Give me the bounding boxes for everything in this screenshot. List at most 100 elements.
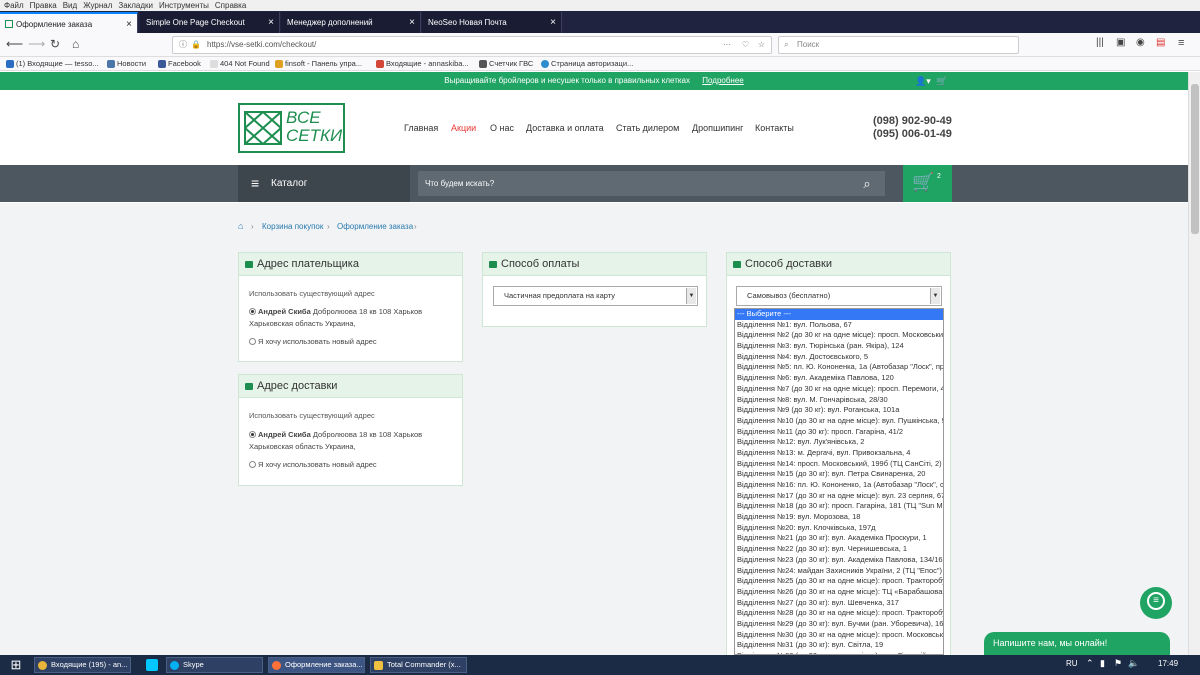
radio-button[interactable] [249, 461, 256, 468]
shipping-option[interactable]: Відділення №25 (до 30 кг на одне місце):… [735, 576, 943, 587]
menu-history[interactable]: Журнал [83, 0, 112, 11]
library-icon[interactable]: ||| [1096, 37, 1104, 48]
home-icon[interactable]: ⌂ [72, 37, 79, 51]
menu-about[interactable]: О нас [490, 123, 514, 133]
cart-small-icon[interactable]: 🛒 [936, 72, 947, 90]
bookmark-item[interactable]: Страница авторизаци... [541, 57, 633, 71]
menu-tools[interactable]: Инструменты [159, 0, 209, 11]
shipping-option[interactable]: Відділення №28 (до 30 кг на одне місце):… [735, 608, 943, 619]
tab-neoseo[interactable]: NeoSeo Новая Почта × [422, 12, 562, 33]
shipping-option[interactable]: Відділення №26 (до 30 кг на одне місце):… [735, 587, 943, 598]
page-actions-icon[interactable]: ··· [723, 37, 731, 53]
tab-simple-checkout[interactable]: Simple One Page Checkout × [140, 12, 280, 33]
bookmark-item[interactable]: Входящие - annaskiba... [376, 57, 469, 71]
catalog-button[interactable]: ≡ Каталог [238, 165, 410, 202]
bookmark-item[interactable]: (1) Входящие — tesso... [6, 57, 99, 71]
shipping-option[interactable]: Відділення №31 (до 30 кг): вул. Світла, … [735, 640, 943, 651]
shipping-option[interactable]: Відділення №21 (до 30 кг): вул. Академік… [735, 533, 943, 544]
extension-icon[interactable]: ▤ [1156, 37, 1165, 48]
shipping-option[interactable]: Відділення №3: вул. Тюрінська (ран. Якір… [735, 341, 943, 352]
breadcrumb-cart[interactable]: Корзина покупок [262, 222, 323, 231]
shipping-option[interactable]: Відділення №16: пл. Ю. Кононенко, 1а (Ав… [735, 480, 943, 491]
chat-button[interactable]: ≡ [1140, 587, 1172, 619]
home-icon[interactable]: ⌂ [238, 221, 243, 231]
shipping-option[interactable]: Відділення №20: вул. Клочківська, 197д [735, 523, 943, 534]
new-address-option[interactable]: Я хочу использовать новый адрес [249, 459, 449, 471]
menu-dropshipping[interactable]: Дропшипинг [692, 123, 743, 133]
menu-file[interactable]: Файл [4, 0, 24, 11]
breadcrumb-checkout[interactable]: Оформление заказа [337, 222, 413, 231]
menu-contacts[interactable]: Контакты [755, 123, 794, 133]
close-tab-icon[interactable]: × [550, 12, 556, 33]
page-scrollbar[interactable] [1188, 72, 1200, 655]
menu-dealer[interactable]: Стать дилером [616, 123, 679, 133]
shipping-option[interactable]: Відділення №30 (до 30 кг на одне місце):… [735, 630, 943, 641]
shipping-method-select[interactable]: Самовывоз (бесплатно) ▼ [736, 286, 942, 306]
shipping-option[interactable]: Відділення №1: вул. Польова, 67 [735, 320, 943, 331]
language-indicator[interactable]: RU [1066, 659, 1078, 668]
bookmark-item[interactable]: Facebook [158, 57, 201, 71]
bookmark-item[interactable]: Счетчик ГВС [479, 57, 533, 71]
flag-icon[interactable]: ⚑ [1114, 658, 1122, 669]
shipping-option[interactable]: Відділення №19: вул. Морозова, 18 [735, 512, 943, 523]
shipping-option[interactable]: Відділення №6: вул. Академіка Павлова, 1… [735, 373, 943, 384]
close-tab-icon[interactable]: × [409, 12, 415, 33]
taskbar-skype[interactable]: Skype [166, 657, 263, 673]
volume-icon[interactable]: 🔈 [1128, 658, 1139, 669]
menu-view[interactable]: Вид [63, 0, 77, 11]
info-icon[interactable]: ⓘ [179, 37, 187, 53]
taskbar-chrome[interactable]: Входящие (195) - an... [34, 657, 131, 673]
shipping-option[interactable]: Відділення №12: вул. Лук'янівська, 2 [735, 437, 943, 448]
existing-address-option[interactable]: Андрей Скиба Добролюова 18 кв 108 Харько… [249, 306, 449, 330]
tab-checkout[interactable]: Оформление заказа × [0, 12, 138, 33]
shipping-option[interactable]: --- Выберите --- [735, 309, 943, 320]
photoshop-icon[interactable] [146, 659, 158, 671]
shipping-option[interactable]: Відділення №18 (до 30 кг): просп. Гагарі… [735, 501, 943, 512]
shipping-option[interactable]: Відділення №27 (до 30 кг): вул. Шевченка… [735, 598, 943, 609]
shipping-option[interactable]: Відділення №5: пл. Ю. Кононенка, 1а (Авт… [735, 362, 943, 373]
taskbar-firefox[interactable]: Оформление заказа... [268, 657, 365, 673]
bookmark-item[interactable]: Новости [107, 57, 146, 71]
sidebar-icon[interactable]: ▣ [1116, 37, 1125, 48]
shipping-option[interactable]: Відділення №11 (до 30 кг): просп. Гагарі… [735, 427, 943, 438]
shipping-option[interactable]: Відділення №14: просп. Московський, 199б… [735, 459, 943, 470]
pocket-icon[interactable]: ♡ [742, 37, 749, 53]
scrollbar-thumb[interactable] [1191, 84, 1199, 234]
radio-button[interactable] [249, 338, 256, 345]
bookmark-star-icon[interactable]: ☆ [758, 37, 765, 53]
browser-search-input[interactable]: ⌕ Поиск [778, 36, 1019, 54]
forward-icon[interactable]: ⟶ [28, 37, 45, 51]
shipping-option[interactable]: Відділення №7 (до 30 кг на одне місце): … [735, 384, 943, 395]
menu-home[interactable]: Главная [404, 123, 438, 133]
shipping-option[interactable]: Відділення №29 (до 30 кг): вул. Бучми (р… [735, 619, 943, 630]
radio-button[interactable] [249, 308, 256, 315]
menu-edit[interactable]: Правка [30, 0, 57, 11]
phone-2[interactable]: (095) 006-01-49 [873, 128, 952, 140]
shipping-option[interactable]: Відділення №4: вул. Достоєвського, 5 [735, 352, 943, 363]
shipping-option[interactable]: Відділення №2 (до 30 кг на одне місце): … [735, 330, 943, 341]
user-icon[interactable]: 👤▾ [915, 72, 931, 90]
tab-addon-manager[interactable]: Менеджер дополнений × [281, 12, 421, 33]
shipping-option[interactable]: Відділення №22 (до 30 кг): вул. Чернишев… [735, 544, 943, 555]
chat-widget-bar[interactable]: Напишите нам, мы онлайн! [984, 632, 1170, 655]
shipping-option[interactable]: Відділення №10 (до 30 кг на одне місце):… [735, 416, 943, 427]
shipping-option[interactable]: Відділення №9 (до 30 кг): вул. Роганська… [735, 405, 943, 416]
url-bar[interactable]: ⓘ 🔒 https://vse-setki.com/checkout/ ··· … [172, 36, 772, 54]
radio-button[interactable] [249, 431, 256, 438]
shipping-option[interactable]: Відділення №15 (до 30 кг): вул. Петра Св… [735, 469, 943, 480]
existing-address-option[interactable]: Андрей Скиба Добролюова 18 кв 108 Харько… [249, 429, 449, 453]
search-icon[interactable]: ⌕ [849, 171, 885, 196]
account-icon[interactable]: ◉ [1136, 37, 1145, 48]
taskbar-total-commander[interactable]: Total Commander (x... [370, 657, 467, 673]
tray-chevron-icon[interactable]: ⌃ [1086, 658, 1094, 669]
close-tab-icon[interactable]: × [268, 12, 274, 33]
shipping-options-list[interactable]: --- Выберите --- Відділення №1: вул. Поль… [734, 308, 944, 655]
reload-icon[interactable]: ↻ [50, 37, 60, 51]
payment-method-select[interactable]: Частичная предоплата на карту ▼ [493, 286, 698, 306]
promo-link[interactable]: Подробнее [702, 76, 744, 85]
back-icon[interactable]: ⟵ [6, 37, 23, 51]
shipping-option[interactable]: Відділення №24: майдан Захисників Україн… [735, 566, 943, 577]
close-tab-icon[interactable]: × [126, 14, 132, 35]
shipping-option[interactable]: Відділення №17 (до 30 кг на одне місце):… [735, 491, 943, 502]
cart-button[interactable]: 🛒 2 [903, 165, 952, 202]
